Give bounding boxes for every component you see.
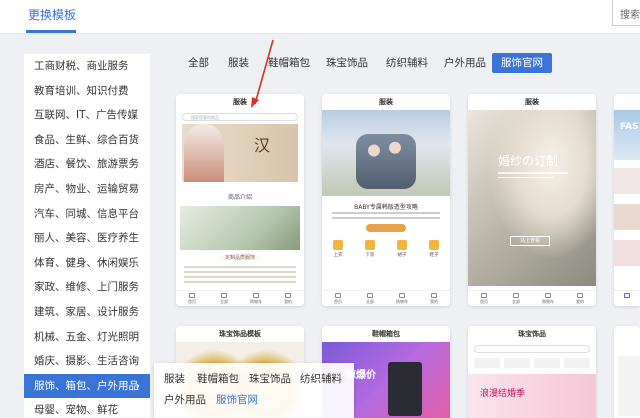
arrow-head — [251, 97, 259, 108]
annotation-arrow-icon — [251, 39, 274, 108]
arrow-shaft — [254, 39, 274, 105]
